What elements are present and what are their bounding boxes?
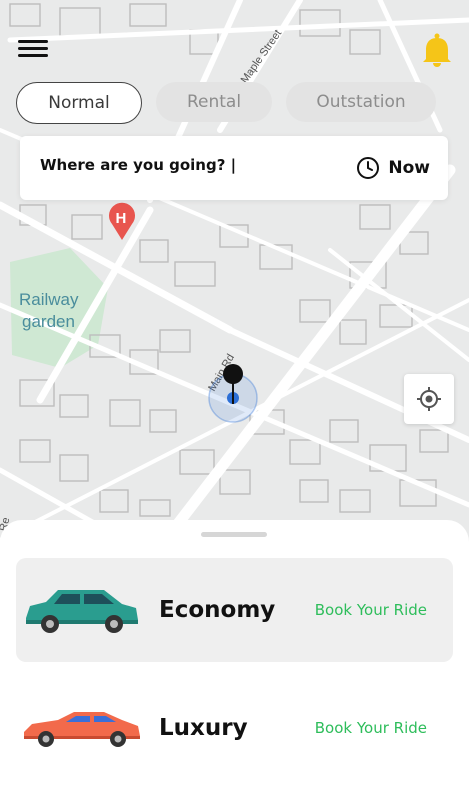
ride-name-luxury: Luxury bbox=[159, 715, 248, 741]
ride-mode-tabs: Normal Rental Outstation bbox=[16, 82, 440, 124]
hospital-marker-letter: H bbox=[116, 210, 127, 227]
clock-icon bbox=[357, 157, 380, 179]
book-ride-luxury-link[interactable]: Book Your Ride bbox=[315, 719, 427, 737]
poi-label-line2: garden bbox=[22, 312, 75, 331]
sheet-drag-handle[interactable] bbox=[201, 532, 267, 537]
ride-option-luxury[interactable]: Luxury Book Your Ride bbox=[16, 676, 453, 780]
top-bar bbox=[0, 0, 469, 80]
ride-name-economy: Economy bbox=[159, 597, 276, 623]
app-screen: Maple Street Main Rd Railway garden Re H bbox=[0, 0, 469, 800]
economy-car-icon bbox=[26, 590, 138, 633]
my-location-button[interactable] bbox=[404, 374, 454, 424]
poi-label-line1: Railway bbox=[19, 290, 79, 309]
book-ride-economy-link[interactable]: Book Your Ride bbox=[315, 601, 427, 619]
tab-rental[interactable]: Rental bbox=[156, 82, 272, 122]
luxury-car-icon bbox=[24, 712, 140, 747]
time-label: Now bbox=[388, 158, 430, 178]
bell-icon[interactable] bbox=[420, 32, 454, 68]
destination-input[interactable]: Where are you going? | bbox=[40, 156, 290, 174]
tab-outstation[interactable]: Outstation bbox=[286, 82, 436, 122]
destination-search-bar: Where are you going? | Now bbox=[20, 136, 448, 200]
pickup-time-selector[interactable]: Now bbox=[356, 154, 430, 182]
tab-normal[interactable]: Normal bbox=[16, 82, 142, 124]
ride-option-economy[interactable]: Economy Book Your Ride bbox=[16, 558, 453, 662]
crosshair-icon bbox=[417, 387, 441, 411]
hamburger-menu-icon[interactable] bbox=[16, 36, 50, 62]
